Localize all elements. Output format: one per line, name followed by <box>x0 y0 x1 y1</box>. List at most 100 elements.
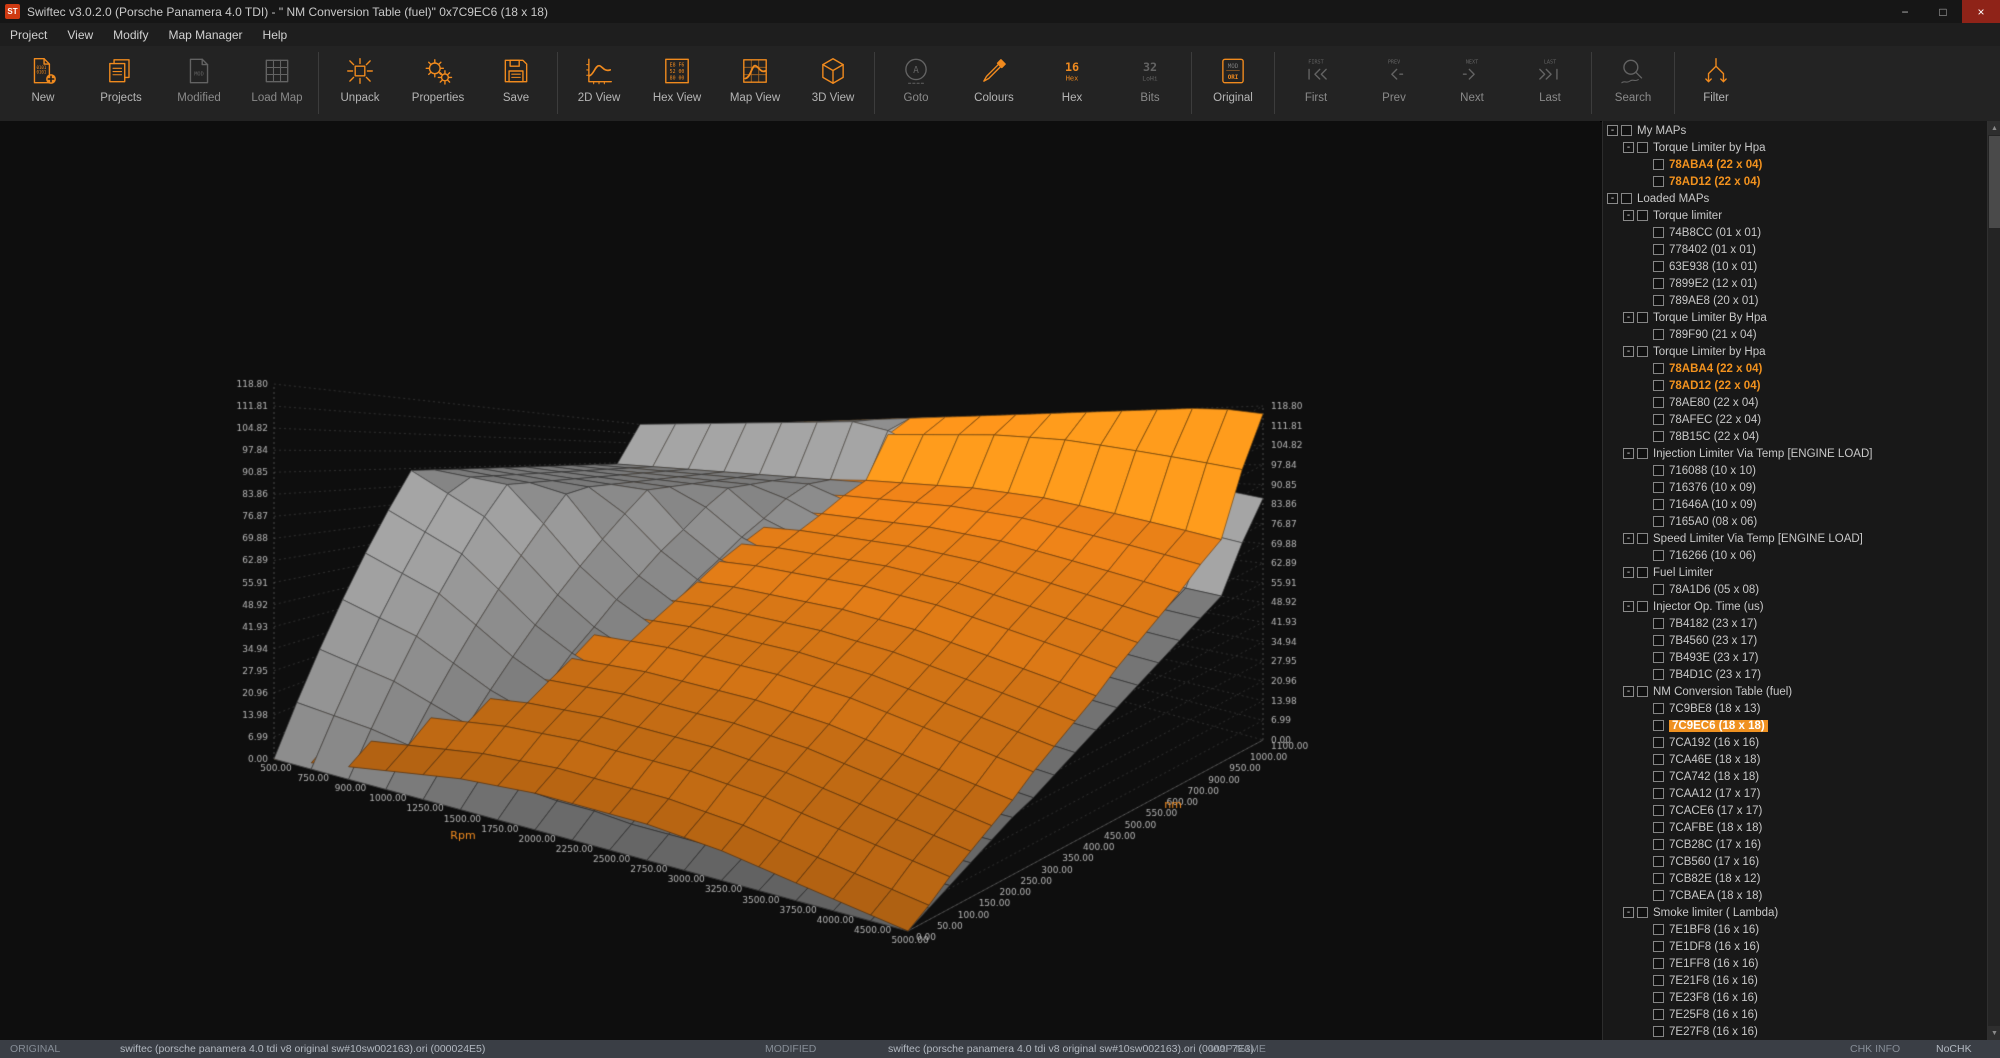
tree-item-7b493e[interactable]: 7B493E (23 x 17) <box>1603 649 1988 666</box>
tree-checkbox[interactable] <box>1637 346 1648 357</box>
tree-item-78a1d6[interactable]: 78A1D6 (05 x 08) <box>1603 581 1988 598</box>
tree-checkbox[interactable] <box>1653 482 1664 493</box>
tree-checkbox[interactable] <box>1653 958 1664 969</box>
tree-item-torque[interactable]: -Torque Limiter by Hpa <box>1603 343 1988 360</box>
tree-item-7165a0[interactable]: 7165A0 (08 x 06) <box>1603 513 1988 530</box>
tree-checkbox[interactable] <box>1653 890 1664 901</box>
toolbar-projects-button[interactable]: Projects <box>82 48 160 118</box>
tree-collapse-icon[interactable]: - <box>1607 193 1618 204</box>
tree-item-7c9be8[interactable]: 7C9BE8 (18 x 13) <box>1603 700 1988 717</box>
tree-item-fuel[interactable]: -Fuel Limiter <box>1603 564 1988 581</box>
menu-map-manager[interactable]: Map Manager <box>159 25 253 45</box>
tree-collapse-icon[interactable]: - <box>1623 142 1634 153</box>
tree-checkbox[interactable] <box>1653 244 1664 255</box>
tree-item-7e1bf8[interactable]: 7E1BF8 (16 x 16) <box>1603 921 1988 938</box>
tree-item-789f90[interactable]: 789F90 (21 x 04) <box>1603 326 1988 343</box>
tree-item-7e21f8[interactable]: 7E21F8 (16 x 16) <box>1603 972 1988 989</box>
tree-item-78aba4[interactable]: 78ABA4 (22 x 04) <box>1603 360 1988 377</box>
tree-checkbox[interactable] <box>1653 550 1664 561</box>
tree-collapse-icon[interactable]: - <box>1623 601 1634 612</box>
close-button[interactable]: × <box>1962 0 2000 23</box>
tree-collapse-icon[interactable]: - <box>1623 567 1634 578</box>
tree-item-789ae8[interactable]: 789AE8 (20 x 01) <box>1603 292 1988 309</box>
tree-collapse-icon[interactable]: - <box>1623 346 1634 357</box>
minimize-button[interactable]: − <box>1886 0 1924 23</box>
tree-checkbox[interactable] <box>1653 329 1664 340</box>
tree-item-nm[interactable]: -NM Conversion Table (fuel) <box>1603 683 1988 700</box>
tree-collapse-icon[interactable]: - <box>1623 312 1634 323</box>
tree-checkbox[interactable] <box>1653 516 1664 527</box>
tree-item-injector[interactable]: -Injector Op. Time (us) <box>1603 598 1988 615</box>
tree-checkbox[interactable] <box>1653 992 1664 1003</box>
tree-checkbox[interactable] <box>1653 499 1664 510</box>
tree-item-injection[interactable]: -Injection Limiter Via Temp [ENGINE LOAD… <box>1603 445 1988 462</box>
tree-checkbox[interactable] <box>1653 941 1664 952</box>
tree-item-63e938[interactable]: 63E938 (10 x 01) <box>1603 258 1988 275</box>
tree-checkbox[interactable] <box>1653 1009 1664 1020</box>
toolbar-3d-view-button[interactable]: 3D View <box>794 48 872 118</box>
tree-item-78ae80[interactable]: 78AE80 (22 x 04) <box>1603 394 1988 411</box>
tree-item-smoke[interactable]: -Smoke limiter ( Lambda) <box>1603 904 1988 921</box>
tree-item-7e27f8[interactable]: 7E27F8 (16 x 16) <box>1603 1023 1988 1040</box>
tree-checkbox[interactable] <box>1653 380 1664 391</box>
tree-checkbox[interactable] <box>1653 669 1664 680</box>
tree-checkbox[interactable] <box>1637 312 1648 323</box>
tree-item-7cafbe[interactable]: 7CAFBE (18 x 18) <box>1603 819 1988 836</box>
tree-checkbox[interactable] <box>1653 771 1664 782</box>
tree-item-7b4560[interactable]: 7B4560 (23 x 17) <box>1603 632 1988 649</box>
tree-item-78b15c[interactable]: 78B15C (22 x 04) <box>1603 428 1988 445</box>
tree-collapse-icon[interactable]: - <box>1623 448 1634 459</box>
menu-modify[interactable]: Modify <box>103 25 158 45</box>
tree-checkbox[interactable] <box>1653 363 1664 374</box>
tree-checkbox[interactable] <box>1653 1026 1664 1037</box>
tree-checkbox[interactable] <box>1653 278 1664 289</box>
tree-item-7b4d1c[interactable]: 7B4D1C (23 x 17) <box>1603 666 1988 683</box>
tree-checkbox[interactable] <box>1653 295 1664 306</box>
tree-checkbox[interactable] <box>1653 788 1664 799</box>
toolbar-hex-button[interactable]: 16HexHex <box>1033 48 1111 118</box>
tree-item-7e25f8[interactable]: 7E25F8 (16 x 16) <box>1603 1006 1988 1023</box>
tree-item-74b8cc[interactable]: 74B8CC (01 x 01) <box>1603 224 1988 241</box>
tree-checkbox[interactable] <box>1653 465 1664 476</box>
tree-item-7cb82e[interactable]: 7CB82E (18 x 12) <box>1603 870 1988 887</box>
tree-checkbox[interactable] <box>1653 737 1664 748</box>
tree-checkbox[interactable] <box>1637 533 1648 544</box>
tree-item-7caa12[interactable]: 7CAA12 (17 x 17) <box>1603 785 1988 802</box>
tree-item-7b4182[interactable]: 7B4182 (23 x 17) <box>1603 615 1988 632</box>
tree-checkbox[interactable] <box>1653 618 1664 629</box>
tree-checkbox[interactable] <box>1653 431 1664 442</box>
tree-checkbox[interactable] <box>1653 703 1664 714</box>
tree-checkbox[interactable] <box>1653 839 1664 850</box>
menu-view[interactable]: View <box>57 25 103 45</box>
tree-checkbox[interactable] <box>1653 176 1664 187</box>
menu-help[interactable]: Help <box>253 25 298 45</box>
toolbar-new-button[interactable]: 01010101New <box>4 48 82 118</box>
tree-collapse-icon[interactable]: - <box>1623 533 1634 544</box>
tree-item-speed[interactable]: -Speed Limiter Via Temp [ENGINE LOAD] <box>1603 530 1988 547</box>
tree-checkbox[interactable] <box>1637 567 1648 578</box>
scroll-up-icon[interactable]: ▲ <box>1988 121 2000 135</box>
tree-checkbox[interactable] <box>1653 754 1664 765</box>
tree-checkbox[interactable] <box>1653 261 1664 272</box>
tree-checkbox[interactable] <box>1637 907 1648 918</box>
toolbar-2d-view-button[interactable]: 2D View <box>560 48 638 118</box>
tree-checkbox[interactable] <box>1653 584 1664 595</box>
toolbar-original-button[interactable]: MODORIOriginal <box>1194 48 1272 118</box>
tree-checkbox[interactable] <box>1653 720 1664 731</box>
tree-checkbox[interactable] <box>1653 635 1664 646</box>
toolbar-map-view-button[interactable]: Map View <box>716 48 794 118</box>
toolbar-properties-button[interactable]: Properties <box>399 48 477 118</box>
tree-item-78aba4[interactable]: 78ABA4 (22 x 04) <box>1603 156 1988 173</box>
tree-item-7e1df8[interactable]: 7E1DF8 (16 x 16) <box>1603 938 1988 955</box>
toolbar-colours-button[interactable]: Colours <box>955 48 1033 118</box>
tree-item-778402[interactable]: 778402 (01 x 01) <box>1603 241 1988 258</box>
scroll-down-icon[interactable]: ▼ <box>1988 1026 2000 1040</box>
tree-item-my[interactable]: -My MAPs <box>1603 122 1988 139</box>
tree-collapse-icon[interactable]: - <box>1623 210 1634 221</box>
tree-checkbox[interactable] <box>1653 227 1664 238</box>
tree-item-7ca742[interactable]: 7CA742 (18 x 18) <box>1603 768 1988 785</box>
tree-checkbox[interactable] <box>1637 142 1648 153</box>
tree-checkbox[interactable] <box>1637 210 1648 221</box>
tree-item-716088[interactable]: 716088 (10 x 10) <box>1603 462 1988 479</box>
tree-collapse-icon[interactable]: - <box>1623 907 1634 918</box>
